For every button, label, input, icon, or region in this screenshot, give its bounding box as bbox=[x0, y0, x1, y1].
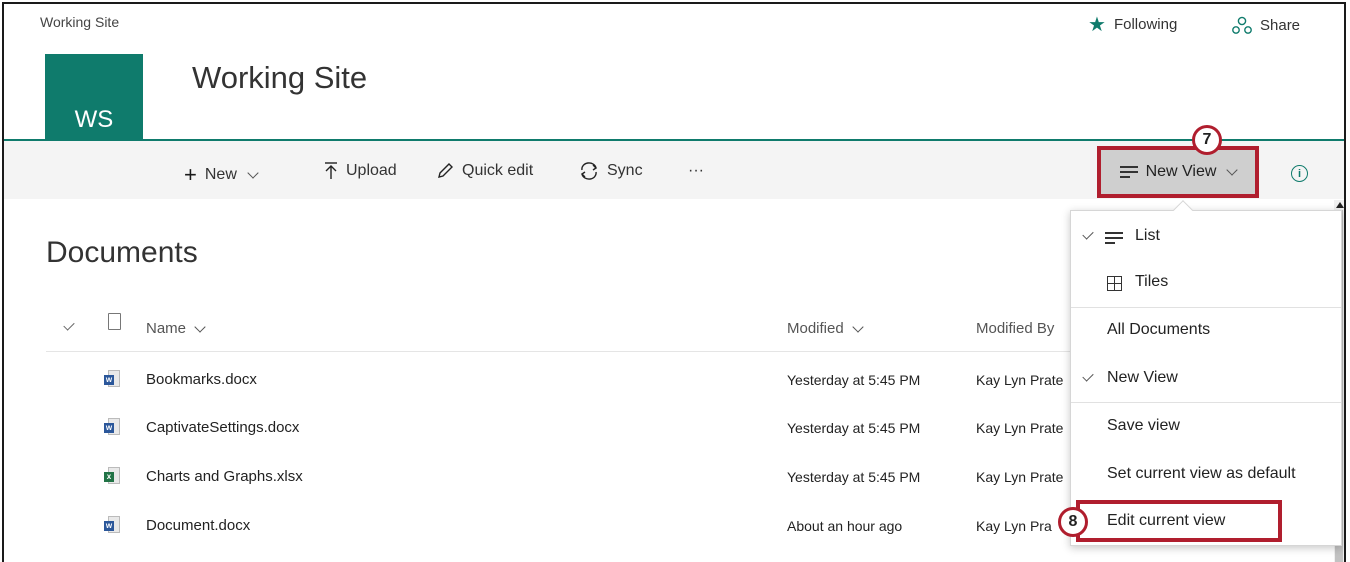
share-label: Share bbox=[1260, 16, 1301, 34]
share-icon bbox=[1232, 16, 1252, 34]
modified-by: Kay Lyn Pra bbox=[976, 518, 1052, 534]
upload-label: Upload bbox=[346, 162, 397, 179]
select-all-checkmark-icon[interactable] bbox=[63, 319, 75, 331]
quick-edit-label: Quick edit bbox=[462, 162, 534, 179]
chevron-down-icon bbox=[852, 320, 864, 333]
table-row[interactable]: w Bookmarks.docx Yesterday at 5:45 PM Ka… bbox=[4, 367, 1084, 397]
menu-item-set-default[interactable]: Set current view as default bbox=[1071, 453, 1341, 497]
step-7-number: 7 bbox=[1202, 131, 1212, 148]
pencil-icon bbox=[438, 163, 453, 178]
site-logo-text: WS bbox=[74, 106, 114, 133]
excel-file-icon: x bbox=[104, 467, 120, 484]
table-row[interactable]: x Charts and Graphs.xlsx Yesterday at 5:… bbox=[4, 464, 1084, 494]
share-button[interactable]: Share bbox=[1232, 16, 1300, 34]
table-row[interactable]: w CaptivateSettings.docx Yesterday at 5:… bbox=[4, 415, 1084, 445]
info-icon[interactable]: i bbox=[1291, 165, 1308, 182]
site-logo[interactable]: WS bbox=[45, 54, 143, 148]
more-label: ··· bbox=[688, 162, 704, 179]
modified-date: About an hour ago bbox=[787, 518, 903, 534]
word-file-icon: w bbox=[104, 516, 120, 533]
modified-date: Yesterday at 5:45 PM bbox=[787, 420, 921, 436]
sync-button[interactable]: Sync bbox=[579, 162, 643, 180]
column-header-name[interactable]: Name bbox=[146, 320, 206, 337]
column-modified-by-label: Modified By bbox=[976, 320, 1055, 337]
file-name[interactable]: CaptivateSettings.docx bbox=[146, 419, 299, 436]
view-menu: List Tiles All Documents New View Save v… bbox=[1070, 210, 1342, 546]
quick-edit-button[interactable]: Quick edit bbox=[436, 162, 533, 180]
following-label: Following bbox=[1113, 16, 1178, 33]
column-header-modified-by[interactable]: Modified By bbox=[976, 320, 1054, 337]
checkmark-icon bbox=[1082, 228, 1094, 240]
table-row[interactable]: w Document.docx About an hour ago Kay Ly… bbox=[4, 513, 1084, 543]
menu-item-new-view[interactable]: New View bbox=[1071, 357, 1341, 401]
site-breadcrumb[interactable]: Working Site bbox=[40, 14, 119, 30]
tiles-grid-icon bbox=[1107, 276, 1122, 291]
menu-item-label: Save view bbox=[1107, 417, 1180, 434]
file-name[interactable]: Document.docx bbox=[146, 517, 250, 534]
menu-item-save-view[interactable]: Save view bbox=[1071, 405, 1341, 449]
menu-item-label: List bbox=[1135, 227, 1160, 244]
step-8-number: 8 bbox=[1068, 513, 1078, 530]
file-name[interactable]: Charts and Graphs.xlsx bbox=[146, 468, 303, 485]
more-actions-button[interactable]: ··· bbox=[688, 162, 704, 180]
modified-by: Kay Lyn Prate bbox=[976, 469, 1064, 485]
file-name[interactable]: Bookmarks.docx bbox=[146, 371, 257, 388]
menu-item-label: Set current view as default bbox=[1107, 465, 1296, 482]
file-type-icon bbox=[108, 313, 121, 330]
menu-item-label: Tiles bbox=[1135, 273, 1169, 290]
scroll-up-arrow-icon[interactable] bbox=[1336, 202, 1344, 208]
menu-item-all-documents[interactable]: All Documents bbox=[1071, 309, 1341, 353]
chevron-down-icon bbox=[194, 320, 206, 333]
menu-item-list[interactable]: List bbox=[1071, 215, 1341, 259]
menu-item-tiles[interactable]: Tiles bbox=[1071, 261, 1341, 305]
step-8-callout: 8 bbox=[1058, 507, 1088, 537]
view-switcher-button[interactable]: New View bbox=[1097, 146, 1259, 198]
new-button[interactable]: + New bbox=[184, 162, 259, 188]
step-7-callout: 7 bbox=[1192, 125, 1222, 155]
header-divider bbox=[46, 351, 1076, 352]
new-label: New bbox=[204, 166, 237, 183]
list-view-icon bbox=[1105, 232, 1123, 244]
following-button[interactable]: ★ Following bbox=[1088, 13, 1178, 36]
modified-by: Kay Lyn Prate bbox=[976, 372, 1064, 388]
plus-icon: + bbox=[184, 162, 197, 187]
upload-button[interactable]: Upload bbox=[324, 162, 397, 180]
app-window: Working Site ★ Following Share WS Workin… bbox=[2, 2, 1346, 562]
menu-item-label: New View bbox=[1107, 369, 1178, 386]
chevron-down-icon bbox=[1226, 164, 1239, 176]
column-header-modified[interactable]: Modified bbox=[787, 320, 864, 337]
word-file-icon: w bbox=[104, 370, 120, 387]
edit-view-highlight bbox=[1076, 500, 1282, 542]
modified-by: Kay Lyn Prate bbox=[976, 420, 1064, 436]
list-view-icon bbox=[1119, 166, 1138, 178]
word-file-icon: w bbox=[104, 418, 120, 435]
upload-icon bbox=[325, 162, 337, 179]
sync-label: Sync bbox=[607, 162, 643, 179]
sync-icon bbox=[580, 162, 598, 180]
column-modified-label: Modified bbox=[787, 320, 844, 337]
site-title[interactable]: Working Site bbox=[192, 60, 367, 96]
menu-item-label: All Documents bbox=[1107, 321, 1211, 338]
library-title: Documents bbox=[46, 236, 198, 269]
modified-date: Yesterday at 5:45 PM bbox=[787, 469, 921, 485]
menu-divider bbox=[1071, 402, 1341, 403]
menu-divider bbox=[1071, 307, 1341, 308]
chevron-down-icon bbox=[247, 167, 259, 179]
column-name-label: Name bbox=[146, 320, 187, 337]
modified-date: Yesterday at 5:45 PM bbox=[787, 372, 921, 388]
checkmark-icon bbox=[1082, 370, 1094, 382]
star-icon: ★ bbox=[1088, 13, 1106, 36]
view-switcher-label: New View bbox=[1145, 163, 1217, 180]
